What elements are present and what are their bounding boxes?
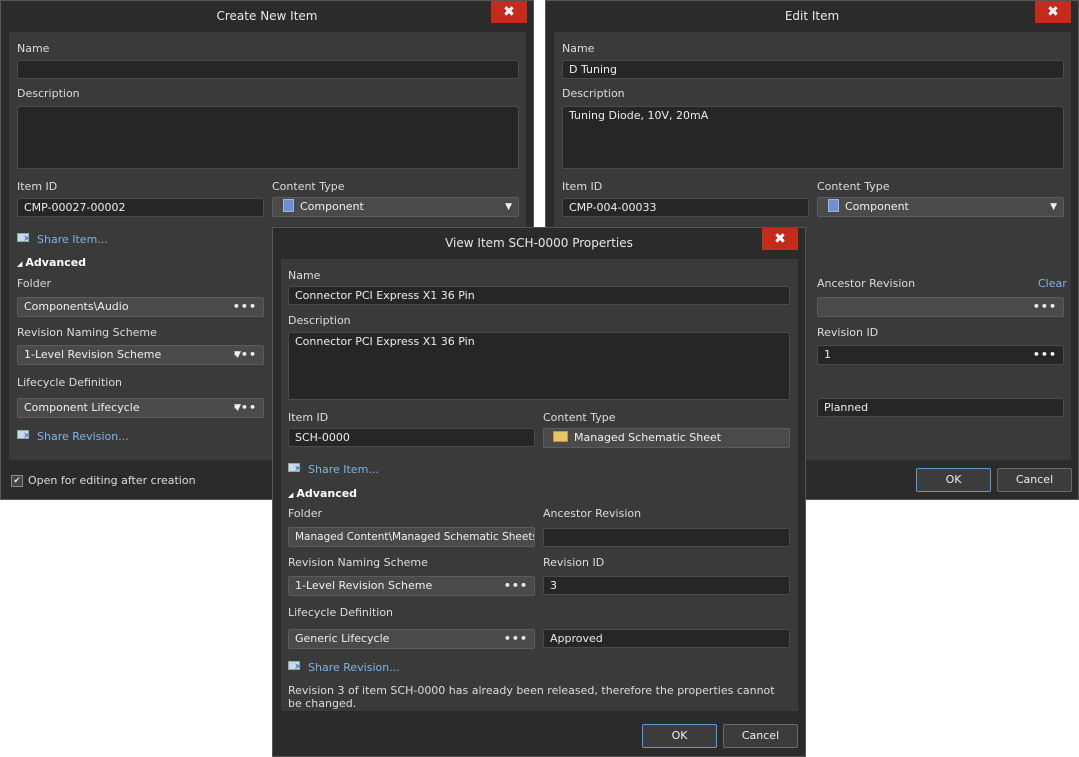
content-type-dropdown[interactable]: Component ▼ (817, 197, 1064, 217)
released-message: Revision 3 of item SCH-0000 has already … (288, 684, 775, 710)
ancestor-revision-label: Ancestor Revision (817, 277, 916, 290)
description-label: Description (562, 87, 625, 100)
lifecycle-selector: Generic Lifecycle ••• (288, 629, 535, 649)
collapse-triangle-icon: ◢ (288, 491, 294, 499)
share-revision-link[interactable]: Share Revision... (17, 430, 129, 443)
share-icon (17, 233, 33, 244)
chevron-down-icon: ▼ (505, 202, 512, 212)
open-editing-checkbox[interactable]: ✔ (11, 475, 23, 487)
content-type-value: Component (300, 200, 364, 213)
revision-id-selector[interactable]: 1 ••• (817, 345, 1064, 365)
ancestor-revision-selector[interactable]: ••• (817, 297, 1064, 317)
description-textarea: Connector PCI Express X1 36 Pin (288, 332, 790, 400)
name-input[interactable] (17, 60, 519, 79)
revision-naming-label: Revision Naming Scheme (288, 556, 428, 569)
close-icon: ✖ (503, 4, 515, 20)
share-icon (17, 430, 33, 441)
content-type-label: Content Type (272, 180, 345, 193)
item-id-label: Item ID (562, 180, 603, 193)
description-label: Description (17, 87, 80, 100)
folder-label: Folder (288, 507, 322, 520)
view-close-button[interactable]: ✖ (762, 228, 798, 250)
item-id-label: Item ID (288, 411, 329, 424)
content-type-label: Content Type (817, 180, 890, 193)
description-textarea[interactable] (17, 106, 519, 169)
view-dialog-title: View Item SCH-0000 Properties (445, 236, 633, 250)
close-icon: ✖ (774, 231, 786, 247)
content-type-label: Content Type (543, 411, 616, 424)
ok-button[interactable]: OK (642, 724, 717, 748)
share-icon (288, 463, 304, 474)
lifecycle-label: Lifecycle Definition (17, 376, 123, 389)
folder-selector[interactable]: Components\Audio ••• (17, 297, 264, 317)
folder-label: Folder (17, 277, 51, 290)
content-type-dropdown: Managed Schematic Sheet (543, 428, 790, 448)
revision-id-label: Revision ID (817, 326, 879, 339)
revision-naming-dropdown[interactable]: 1-Level Revision Scheme ▼ ••• (17, 345, 264, 365)
lifecycle-state-field: Approved (543, 629, 790, 648)
browse-dots-icon: ••• (503, 579, 528, 592)
revision-id-label: Revision ID (543, 556, 605, 569)
ancestor-revision-label: Ancestor Revision (543, 507, 642, 520)
share-item-link[interactable]: Share Item... (288, 463, 379, 476)
item-id-input[interactable]: CMP-004-00033 (562, 198, 809, 217)
cancel-button[interactable]: Cancel (723, 724, 798, 748)
content-type-dropdown[interactable]: Component ▼ (272, 197, 519, 217)
browse-dots-icon[interactable]: ••• (233, 298, 257, 316)
lifecycle-label: Lifecycle Definition (288, 606, 394, 619)
browse-dots-icon: ••• (503, 632, 528, 645)
revision-id-field: 3 (543, 576, 790, 595)
description-textarea[interactable]: Tuning Diode, 10V, 20mA (562, 106, 1064, 169)
share-revision-link[interactable]: Share Revision... (288, 661, 400, 674)
cancel-button[interactable]: Cancel (997, 468, 1072, 492)
lifecycle-dropdown[interactable]: Component Lifecycle ▼ ••• (17, 398, 264, 418)
share-item-link[interactable]: Share Item... (17, 233, 108, 246)
chevron-down-icon: ▼ (1050, 202, 1057, 212)
close-icon: ✖ (1047, 4, 1059, 20)
advanced-section-header[interactable]: ◢ Advanced (288, 487, 357, 500)
component-icon (283, 199, 294, 212)
browse-dots-icon[interactable]: ••• (1033, 298, 1057, 316)
ok-button[interactable]: OK (916, 468, 991, 492)
name-label: Name (288, 269, 321, 282)
component-icon (828, 199, 839, 212)
advanced-section-header[interactable]: ◢ Advanced (17, 256, 86, 269)
browse-dots-icon[interactable]: ••• (1033, 346, 1057, 364)
name-label: Name (17, 42, 50, 55)
create-close-button[interactable]: ✖ (491, 1, 527, 23)
share-icon (288, 661, 304, 672)
name-label: Name (562, 42, 595, 55)
clear-link[interactable]: Clear (1038, 277, 1067, 290)
view-item-properties-dialog: View Item SCH-0000 Properties ✖ Name Con… (272, 227, 806, 757)
revision-naming-label: Revision Naming Scheme (17, 326, 157, 339)
collapse-triangle-icon: ◢ (17, 260, 23, 268)
edit-close-button[interactable]: ✖ (1035, 1, 1071, 23)
checkmark-icon: ✔ (13, 476, 21, 486)
revision-naming-selector: 1-Level Revision Scheme ••• (288, 576, 535, 596)
item-id-input: SCH-0000 (288, 428, 535, 447)
create-dialog-title: Create New Item (216, 9, 318, 23)
view-content-panel: Name Connector PCI Express X1 36 Pin Des… (281, 259, 798, 711)
item-id-label: Item ID (17, 180, 58, 193)
description-label: Description (288, 314, 351, 327)
lifecycle-state-field: Planned (817, 398, 1064, 417)
open-editing-label: Open for editing after creation (28, 474, 196, 487)
folder-icon (553, 431, 568, 442)
edit-dialog-title: Edit Item (784, 9, 840, 23)
ancestor-revision-field (543, 528, 790, 547)
name-input: Connector PCI Express X1 36 Pin (288, 286, 790, 305)
name-input[interactable]: D Tuning (562, 60, 1064, 79)
browse-dots-icon[interactable]: ••• (233, 399, 257, 417)
item-id-input[interactable]: CMP-00027-00002 (17, 198, 264, 217)
browse-dots-icon[interactable]: ••• (233, 346, 257, 364)
folder-selector: Managed Content\Managed Schematic Sheets (288, 527, 535, 547)
